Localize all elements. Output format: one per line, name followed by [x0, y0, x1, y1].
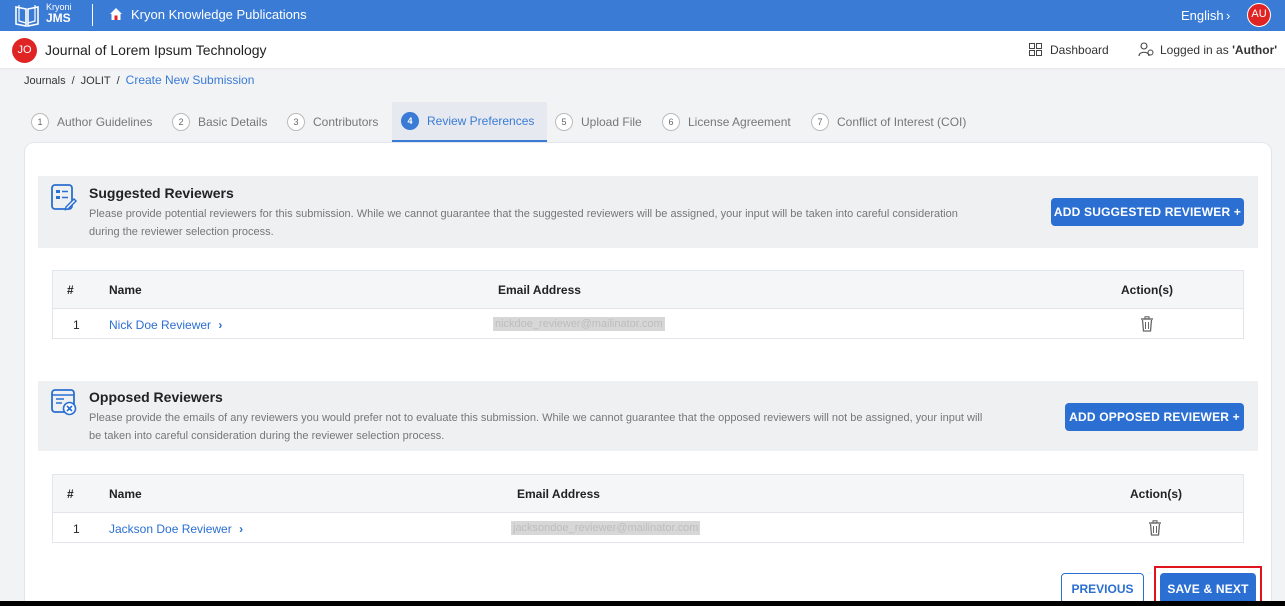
- suggested-reviewers-title: Suggested Reviewers: [89, 185, 234, 201]
- list-remove-icon: [51, 389, 77, 416]
- breadcrumb: Journals / JOLIT / Create New Submission: [24, 73, 254, 87]
- user-icon: [1138, 42, 1154, 57]
- publisher-name[interactable]: Kryon Knowledge Publications: [131, 7, 307, 22]
- clipboard-edit-icon: [51, 184, 78, 211]
- reviewer-name: Jackson Doe Reviewer: [109, 522, 232, 536]
- highlight-box: [1154, 566, 1262, 606]
- column-header-actions: Action(s): [1130, 487, 1182, 501]
- suggested-reviewers-table: # Name Email Address Action(s) 1 Nick Do…: [52, 270, 1244, 339]
- column-header-name: Name: [109, 487, 142, 501]
- previous-button[interactable]: PREVIOUS: [1061, 573, 1144, 604]
- reviewer-name-link[interactable]: Jackson Doe Reviewer ›: [109, 522, 243, 536]
- chevron-right-icon: ›: [218, 318, 223, 332]
- home-icon: [110, 8, 122, 20]
- journal-avatar: JO: [12, 38, 37, 63]
- tab-label: Conflict of Interest (COI): [837, 115, 967, 129]
- row-index: 1: [73, 318, 80, 332]
- divider: [92, 4, 93, 26]
- tab-author-guidelines[interactable]: 1 Author Guidelines: [31, 102, 165, 142]
- row-index: 1: [73, 522, 80, 536]
- opposed-reviewers-description: Please provide the emails of any reviewe…: [89, 412, 983, 442]
- reviewer-email: jacksondoe_reviewer@mailinator.com: [511, 521, 701, 535]
- step-number: 4: [401, 112, 419, 130]
- logo-line2: JMS: [46, 11, 71, 25]
- logged-in-status: Logged in as 'Author': [1160, 43, 1277, 57]
- column-header-name: Name: [109, 283, 142, 297]
- logged-in-role: 'Author': [1232, 43, 1278, 57]
- table-header: [53, 475, 1243, 513]
- add-opposed-reviewer-button[interactable]: ADD OPPOSED REVIEWER +: [1065, 403, 1244, 431]
- tab-label: Basic Details: [198, 115, 268, 129]
- book-logo-icon: [15, 5, 39, 27]
- opposed-reviewers-title: Opposed Reviewers: [89, 389, 223, 405]
- screen-edge: [0, 601, 1285, 606]
- tab-contributors[interactable]: 3 Contributors: [287, 102, 387, 142]
- chevron-right-icon[interactable]: ›: [1226, 8, 1230, 23]
- dashboard-link[interactable]: Dashboard: [1050, 43, 1109, 57]
- tab-review-preferences[interactable]: 4 Review Preferences: [392, 102, 547, 142]
- grid-icon[interactable]: [1029, 43, 1042, 56]
- step-number: 5: [555, 113, 573, 131]
- trash-icon[interactable]: [1148, 520, 1162, 536]
- breadcrumb-jolit[interactable]: JOLIT: [81, 75, 111, 87]
- table-header: [53, 271, 1243, 309]
- breadcrumb-separator: /: [116, 75, 120, 87]
- column-header-index: #: [67, 283, 74, 297]
- app-logo[interactable]: Kryoni JMS: [46, 2, 72, 24]
- breadcrumb-current: Create New Submission: [125, 73, 255, 87]
- trash-icon[interactable]: [1140, 316, 1154, 332]
- reviewer-email: nickdoe_reviewer@mailinator.com: [493, 317, 665, 331]
- opposed-reviewers-table: # Name Email Address Action(s) 1 Jackson…: [52, 474, 1244, 543]
- language-selector[interactable]: English: [1181, 8, 1224, 23]
- breadcrumb-journals[interactable]: Journals: [24, 75, 66, 87]
- add-suggested-reviewer-button[interactable]: ADD SUGGESTED REVIEWER +: [1051, 198, 1244, 226]
- step-number: 1: [31, 113, 49, 131]
- tab-basic-details[interactable]: 2 Basic Details: [172, 102, 276, 142]
- column-header-email: Email Address: [498, 283, 581, 297]
- tab-conflict-of-interest[interactable]: 7 Conflict of Interest (COI): [811, 102, 981, 142]
- step-number: 2: [172, 113, 190, 131]
- tab-label: Author Guidelines: [57, 115, 153, 129]
- tab-license-agreement[interactable]: 6 License Agreement: [662, 102, 798, 142]
- column-header-email: Email Address: [517, 487, 600, 501]
- tab-label: License Agreement: [688, 115, 791, 129]
- suggested-reviewers-description: Please provide potential reviewers for t…: [89, 208, 958, 238]
- breadcrumb-separator: /: [71, 75, 75, 87]
- reviewer-name: Nick Doe Reviewer: [109, 318, 212, 332]
- step-number: 3: [287, 113, 305, 131]
- tab-label: Contributors: [313, 115, 379, 129]
- step-number: 6: [662, 113, 680, 131]
- tab-label: Review Preferences: [427, 114, 535, 128]
- tab-upload-file[interactable]: 5 Upload File: [555, 102, 650, 142]
- step-number: 7: [811, 113, 829, 131]
- logged-in-prefix: Logged in as: [1160, 43, 1233, 57]
- column-header-index: #: [67, 487, 74, 501]
- tab-label: Upload File: [581, 115, 642, 129]
- journal-title: Journal of Lorem Ipsum Technology: [45, 42, 267, 58]
- reviewer-name-link[interactable]: Nick Doe Reviewer ›: [109, 318, 222, 332]
- column-header-actions: Action(s): [1121, 283, 1173, 297]
- chevron-right-icon: ›: [239, 522, 244, 536]
- user-avatar[interactable]: AU: [1247, 3, 1271, 27]
